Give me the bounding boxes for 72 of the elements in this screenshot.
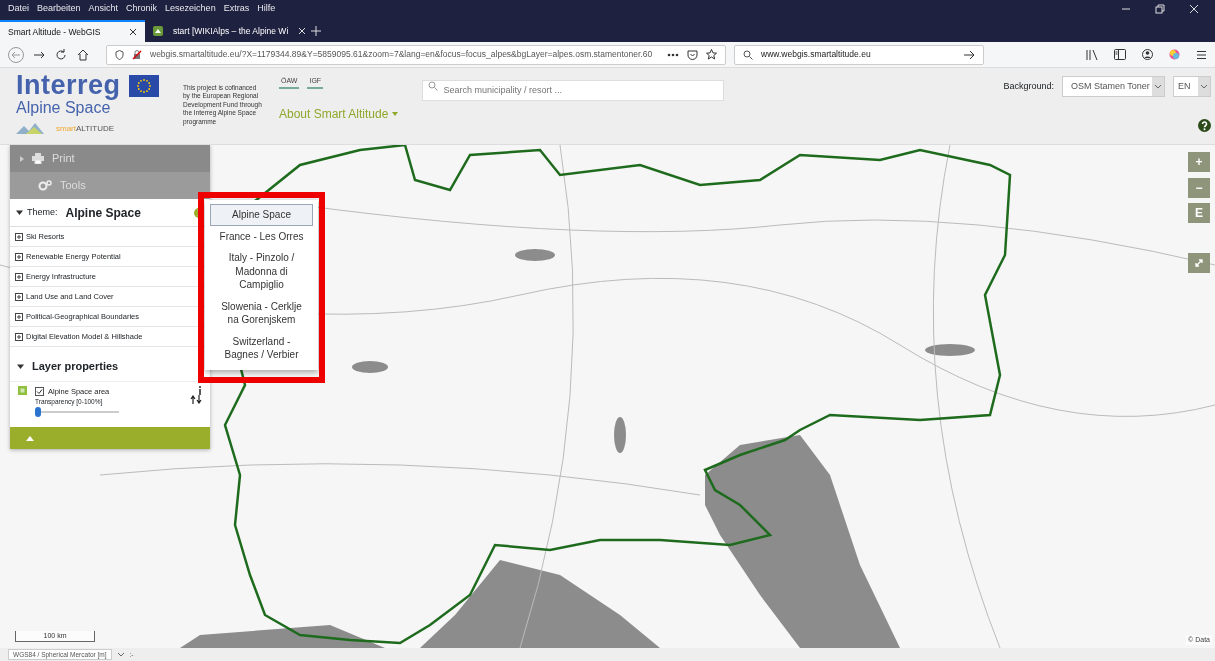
- url-text: webgis.smartaltitude.eu/?X=1179344.89&Y=5859095.61&zoom=7&lang=en&focus=focus_alpes&bgLayer=alpes.osm.stamentoner.60: [150, 48, 654, 61]
- back-icon[interactable]: [8, 46, 24, 63]
- search-text: www.webgis.smartaltitude.eu: [761, 48, 872, 61]
- menu-item[interactable]: Switzerland - Bagnes / Verbier: [210, 330, 313, 366]
- checkbox[interactable]: [35, 387, 44, 397]
- reorder-arrows-icon[interactable]: [190, 395, 202, 404]
- menu-item[interactable]: Ansicht: [88, 2, 119, 16]
- home-icon[interactable]: [76, 47, 90, 62]
- caret-icon: [392, 111, 399, 116]
- browser-tab[interactable]: Smart Altitude - WebGIS: [0, 20, 145, 42]
- tab-title: start [WIKIAlps – the Alpine Wi: [173, 24, 289, 38]
- background-label: Background:: [1003, 79, 1054, 93]
- fullscreen-button[interactable]: [1188, 253, 1210, 273]
- page-icon: [153, 26, 163, 36]
- menu-item[interactable]: Alpine Space: [210, 204, 313, 226]
- language-select[interactable]: EN: [1173, 76, 1211, 97]
- info-icon[interactable]: [198, 386, 202, 395]
- slider-thumb[interactable]: [35, 407, 41, 417]
- help-icon[interactable]: [1198, 119, 1211, 132]
- menu-item[interactable]: Italy - Pinzolo / Madonna di Campiglio: [210, 247, 313, 296]
- printer-icon: [32, 153, 44, 164]
- plus-box-icon[interactable]: [15, 252, 23, 261]
- eu-flag-icon: [128, 74, 159, 97]
- search-icon: [428, 81, 439, 91]
- menu-item[interactable]: Hilfe: [257, 2, 276, 16]
- more-icon[interactable]: [667, 52, 679, 57]
- close-icon[interactable]: [129, 28, 137, 36]
- search-icon: [743, 49, 753, 60]
- logo-subtitle: Alpine Space: [16, 99, 111, 117]
- shield-icon: [115, 49, 124, 60]
- menu-item[interactable]: Slowenia - Cerklje na Gorenjskem: [210, 295, 313, 331]
- plus-box-icon[interactable]: [15, 272, 23, 281]
- library-icon[interactable]: [1086, 49, 1098, 60]
- address-bar[interactable]: webgis.smartaltitude.eu/?X=1179344.89&Y=5859095.61&zoom=7&lang=en&focus=focus_alpes&bgLayer=alpes.osm.stamentoner.60: [106, 44, 726, 65]
- menu-item[interactable]: Chronik: [126, 2, 158, 16]
- caret-icon[interactable]: [16, 209, 23, 216]
- reload-icon[interactable]: [54, 47, 68, 62]
- legend-swatch-icon: [18, 386, 27, 395]
- search-bar[interactable]: www.webgis.smartaltitude.eu: [734, 44, 984, 65]
- menu-item[interactable]: France - Les Orres: [210, 225, 313, 247]
- browser-tab[interactable]: start [WIKIAlps – the Alpine Wi: [145, 20, 305, 42]
- star-icon[interactable]: [706, 49, 717, 60]
- caret-icon: [1152, 77, 1164, 96]
- brand-logo: smartALTITUDE: [56, 122, 115, 135]
- arrow-icon[interactable]: [963, 49, 975, 60]
- tab-title: Smart Altitude - WebGIS: [8, 25, 101, 39]
- restore-icon[interactable]: [1155, 4, 1165, 14]
- plus-box-icon[interactable]: [15, 292, 23, 301]
- caret-icon: [26, 435, 34, 441]
- menu-item[interactable]: Extras: [223, 2, 250, 16]
- menu-item[interactable]: Datei: [8, 2, 29, 16]
- theme-name[interactable]: Alpine Space: [65, 203, 141, 222]
- expand-icon: [1194, 258, 1204, 268]
- plus-box-icon[interactable]: [15, 332, 23, 341]
- caret-icon[interactable]: [17, 362, 24, 370]
- menu-icon[interactable]: [1196, 49, 1207, 60]
- crossed-lock-icon: [132, 49, 142, 60]
- pocket-icon[interactable]: [687, 49, 698, 60]
- plus-box-icon[interactable]: [15, 312, 23, 321]
- search-field[interactable]: Search municipality / resort ...: [422, 79, 725, 101]
- sidebar-icon[interactable]: [1114, 49, 1126, 60]
- section-title: Layer properties: [32, 358, 119, 374]
- color-wheel-icon[interactable]: [1169, 49, 1180, 60]
- gears-icon: [38, 180, 52, 191]
- caret-icon: [20, 155, 24, 162]
- menu-item[interactable]: Bearbeiten: [37, 2, 81, 16]
- plus-box-icon[interactable]: [15, 232, 23, 241]
- menu-item[interactable]: Lesezeichen: [165, 2, 216, 16]
- theme-label: Theme:: [27, 205, 58, 219]
- account-icon[interactable]: [1142, 49, 1153, 60]
- background-select[interactable]: OSM Stamen Toner: [1062, 76, 1165, 97]
- caret-icon: [1198, 77, 1210, 96]
